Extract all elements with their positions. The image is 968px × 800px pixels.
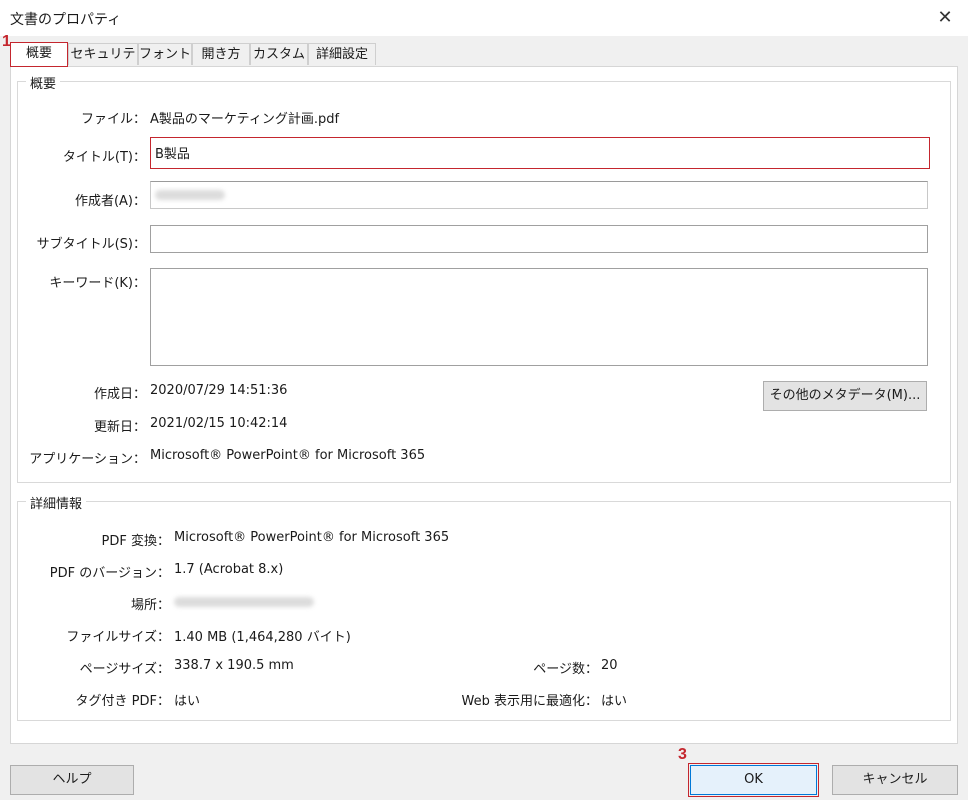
keywords-label: キーワード(K)： [49,276,146,291]
file-size-label: ファイルサイズ： [66,630,170,645]
tab-security[interactable]: セキュリティ [68,43,138,84]
tab-summary[interactable]: 概要 [10,42,68,67]
pdf-version-value: 1.7 (Acrobat 8.x) [174,562,284,577]
location-label: 場所： [130,598,170,613]
tab-custom[interactable]: カスタム [250,43,308,65]
subtitle-input[interactable] [150,225,928,253]
page-count-value: 20 [601,658,618,673]
application-value: Microsoft® PowerPoint® for Microsoft 365 [150,448,426,463]
created-value: 2020/07/29 14:51:36 [150,383,288,398]
annotation-3: 3 [678,746,687,763]
file-label: ファイル： [80,112,146,127]
help-button[interactable]: ヘルプ [10,765,134,795]
tab-initial-view[interactable]: 開き方 [192,43,250,65]
tab-advanced[interactable]: 詳細設定 [308,43,376,65]
more-metadata-button[interactable]: その他のメタデータ(M)... [763,381,927,411]
pdf-producer-value: Microsoft® PowerPoint® for Microsoft 365 [174,530,450,545]
file-value: A製品のマーケティング計画.pdf [150,112,340,127]
application-label: アプリケーション： [29,452,146,467]
pdf-version-label: PDF のバージョン： [49,566,170,581]
title-bar: 文書のプロパティ ✕ [0,0,968,36]
author-redacted [155,190,225,200]
modified-value: 2021/02/15 10:42:14 [150,416,288,431]
summary-group-title: 概要 [26,73,61,92]
cancel-button[interactable]: キャンセル [832,765,958,795]
summary-group: 概要 ファイル： A製品のマーケティング計画.pdf タイトル(T)： B製品 … [17,73,951,483]
page-count-label: ページ数： [533,662,598,677]
location-value [174,594,314,611]
author-input[interactable] [150,181,928,209]
tab-fonts[interactable]: フォント [138,43,192,65]
modified-label: 更新日： [93,420,146,435]
tagged-pdf-label: タグ付き PDF： [75,694,170,709]
details-group-title: 詳細情報 [26,493,87,512]
title-label: タイトル(T)： [62,150,146,165]
ok-button[interactable]: OK [688,763,819,797]
details-group: 詳細情報 PDF 変換： Microsoft® PowerPoint® for … [17,493,951,721]
pdf-producer-label: PDF 変換： [101,534,170,549]
created-label: 作成日： [93,387,146,402]
properties-panel: 概要 ファイル： A製品のマーケティング計画.pdf タイトル(T)： B製品 … [10,66,958,744]
location-redacted [174,597,314,607]
file-size-value: 1.40 MB (1,464,280 バイト) [174,630,351,645]
fast-web-view-label: Web 表示用に最適化： [461,694,598,709]
close-icon[interactable]: ✕ [932,5,958,31]
page-size-value: 338.7 x 190.5 mm [174,658,294,673]
subtitle-label: サブタイトル(S)： [36,237,146,252]
page-size-label: ページサイズ： [79,662,170,677]
window-title: 文書のプロパティ [10,12,122,28]
author-label: 作成者(A)： [74,194,146,209]
fast-web-view-value: はい [601,694,628,709]
title-input[interactable]: B製品 [150,137,930,169]
keywords-textarea[interactable] [150,268,928,366]
tagged-pdf-value: はい [174,694,201,709]
